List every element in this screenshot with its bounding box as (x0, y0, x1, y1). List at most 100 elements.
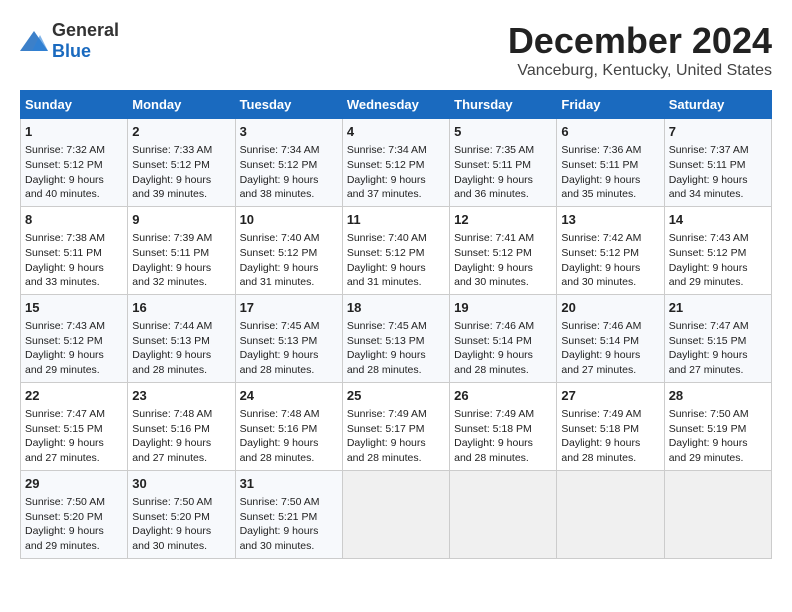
daylight-text: Daylight: 9 hours and 30 minutes. (454, 262, 533, 289)
sunset-text: Sunset: 5:17 PM (347, 423, 425, 435)
sunset-text: Sunset: 5:12 PM (347, 247, 425, 259)
title-area: December 2024 Vanceburg, Kentucky, Unite… (508, 20, 772, 80)
day-number: 15 (25, 299, 123, 317)
sunset-text: Sunset: 5:20 PM (132, 511, 210, 523)
sunset-text: Sunset: 5:14 PM (454, 335, 532, 347)
day-number: 26 (454, 387, 552, 405)
sunrise-text: Sunrise: 7:40 AM (347, 232, 427, 244)
sunrise-text: Sunrise: 7:50 AM (240, 496, 320, 508)
sunset-text: Sunset: 5:12 PM (669, 247, 747, 259)
sunset-text: Sunset: 5:12 PM (240, 159, 318, 171)
calendar-cell: 11Sunrise: 7:40 AMSunset: 5:12 PMDayligh… (342, 206, 449, 294)
day-number: 3 (240, 123, 338, 141)
daylight-text: Daylight: 9 hours and 36 minutes. (454, 174, 533, 201)
sunrise-text: Sunrise: 7:46 AM (561, 320, 641, 332)
sunset-text: Sunset: 5:12 PM (347, 159, 425, 171)
sunset-text: Sunset: 5:19 PM (669, 423, 747, 435)
calendar-cell (664, 470, 771, 558)
month-title: December 2024 (508, 20, 772, 62)
calendar-cell: 26Sunrise: 7:49 AMSunset: 5:18 PMDayligh… (450, 382, 557, 470)
header-sunday: Sunday (21, 91, 128, 119)
daylight-text: Daylight: 9 hours and 38 minutes. (240, 174, 319, 201)
sunset-text: Sunset: 5:11 PM (454, 159, 531, 171)
sunrise-text: Sunrise: 7:33 AM (132, 144, 212, 156)
sunrise-text: Sunrise: 7:34 AM (240, 144, 320, 156)
calendar-table: SundayMondayTuesdayWednesdayThursdayFrid… (20, 90, 772, 559)
day-number: 12 (454, 211, 552, 229)
logo-icon (20, 29, 48, 53)
sunrise-text: Sunrise: 7:50 AM (132, 496, 212, 508)
daylight-text: Daylight: 9 hours and 28 minutes. (454, 349, 533, 376)
sunset-text: Sunset: 5:12 PM (132, 159, 210, 171)
day-number: 27 (561, 387, 659, 405)
logo: General Blue (20, 20, 119, 62)
calendar-week-5: 29 Sunrise: 7:50 AM Sunset: 5:20 PM Dayligh… (21, 470, 772, 558)
sunrise-text: Sunrise: 7:46 AM (454, 320, 534, 332)
day-number: 2 (132, 123, 230, 141)
sunset-text: Sunset: 5:15 PM (669, 335, 747, 347)
sunset-text: Sunset: 5:11 PM (132, 247, 209, 259)
sunrise-text: Sunrise: 7:34 AM (347, 144, 427, 156)
sunset-text: Sunset: 5:18 PM (561, 423, 639, 435)
calendar-cell: 31Sunrise: 7:50 AMSunset: 5:21 PMDayligh… (235, 470, 342, 558)
calendar-cell: 9 Sunrise: 7:39 AM Sunset: 5:11 PM Daylight… (128, 206, 235, 294)
sunset-text: Sunset: 5:18 PM (454, 423, 532, 435)
calendar-week-1: 1Sunrise: 7:32 AMSunset: 5:12 PMDaylight… (21, 119, 772, 207)
daylight-text: Daylight: 9 hours and 27 minutes. (132, 437, 211, 464)
header-friday: Friday (557, 91, 664, 119)
sunrise-text: Sunrise: 7:49 AM (561, 408, 641, 420)
sunrise-text: Sunrise: 7:44 AM (132, 320, 212, 332)
day-number: 24 (240, 387, 338, 405)
sunrise-text: Sunrise: 7:37 AM (669, 144, 749, 156)
sunrise-text: Sunrise: 7:49 AM (347, 408, 427, 420)
daylight-text: Daylight: 9 hours and 40 minutes. (25, 174, 104, 201)
daylight-text: Daylight: 9 hours and 29 minutes. (25, 525, 104, 552)
calendar-body: 1Sunrise: 7:32 AMSunset: 5:12 PMDaylight… (21, 119, 772, 559)
sunset-text: Sunset: 5:20 PM (25, 511, 103, 523)
sunrise-text: Sunrise: 7:45 AM (347, 320, 427, 332)
day-number: 9 (132, 211, 230, 229)
sunrise-text: Sunrise: 7:43 AM (669, 232, 749, 244)
calendar-cell: 1Sunrise: 7:32 AMSunset: 5:12 PMDaylight… (21, 119, 128, 207)
header-tuesday: Tuesday (235, 91, 342, 119)
calendar-cell: 6Sunrise: 7:36 AMSunset: 5:11 PMDaylight… (557, 119, 664, 207)
day-number: 30 (132, 475, 230, 493)
day-number: 29 (25, 475, 123, 493)
calendar-cell: 28Sunrise: 7:50 AMSunset: 5:19 PMDayligh… (664, 382, 771, 470)
calendar-cell: 12Sunrise: 7:41 AMSunset: 5:12 PMDayligh… (450, 206, 557, 294)
sunrise-text: Sunrise: 7:39 AM (132, 232, 212, 244)
sunrise-text: Sunrise: 7:50 AM (669, 408, 749, 420)
header-wednesday: Wednesday (342, 91, 449, 119)
day-number: 4 (347, 123, 445, 141)
calendar-cell: 5Sunrise: 7:35 AMSunset: 5:11 PMDaylight… (450, 119, 557, 207)
logo-blue: Blue (52, 41, 91, 61)
day-number: 7 (669, 123, 767, 141)
header-monday: Monday (128, 91, 235, 119)
calendar-cell: 13Sunrise: 7:42 AMSunset: 5:12 PMDayligh… (557, 206, 664, 294)
logo-general: General (52, 20, 119, 40)
daylight-text: Daylight: 9 hours and 31 minutes. (347, 262, 426, 289)
day-number: 31 (240, 475, 338, 493)
sunrise-text: Sunrise: 7:48 AM (240, 408, 320, 420)
sunrise-text: Sunrise: 7:49 AM (454, 408, 534, 420)
daylight-text: Daylight: 9 hours and 28 minutes. (347, 349, 426, 376)
day-number: 22 (25, 387, 123, 405)
calendar-cell: 27Sunrise: 7:49 AMSunset: 5:18 PMDayligh… (557, 382, 664, 470)
sunset-text: Sunset: 5:14 PM (561, 335, 639, 347)
daylight-text: Daylight: 9 hours and 34 minutes. (669, 174, 748, 201)
calendar-cell: 21Sunrise: 7:47 AMSunset: 5:15 PMDayligh… (664, 294, 771, 382)
daylight-text: Daylight: 9 hours and 27 minutes. (669, 349, 748, 376)
sunrise-text: Sunrise: 7:36 AM (561, 144, 641, 156)
calendar-cell: 18Sunrise: 7:45 AMSunset: 5:13 PMDayligh… (342, 294, 449, 382)
calendar-cell: 8Sunrise: 7:38 AMSunset: 5:11 PMDaylight… (21, 206, 128, 294)
day-number: 20 (561, 299, 659, 317)
daylight-text: Daylight: 9 hours and 32 minutes. (132, 262, 211, 289)
daylight-text: Daylight: 9 hours and 28 minutes. (240, 349, 319, 376)
location-title: Vanceburg, Kentucky, United States (508, 62, 772, 80)
calendar-cell: 15Sunrise: 7:43 AMSunset: 5:12 PMDayligh… (21, 294, 128, 382)
calendar-cell: 29Sunrise: 7:50 AMSunset: 5:20 PMDayligh… (21, 470, 128, 558)
day-number: 18 (347, 299, 445, 317)
calendar-cell: 24Sunrise: 7:48 AMSunset: 5:16 PMDayligh… (235, 382, 342, 470)
day-number: 13 (561, 211, 659, 229)
calendar-cell: 7Sunrise: 7:37 AMSunset: 5:11 PMDaylight… (664, 119, 771, 207)
